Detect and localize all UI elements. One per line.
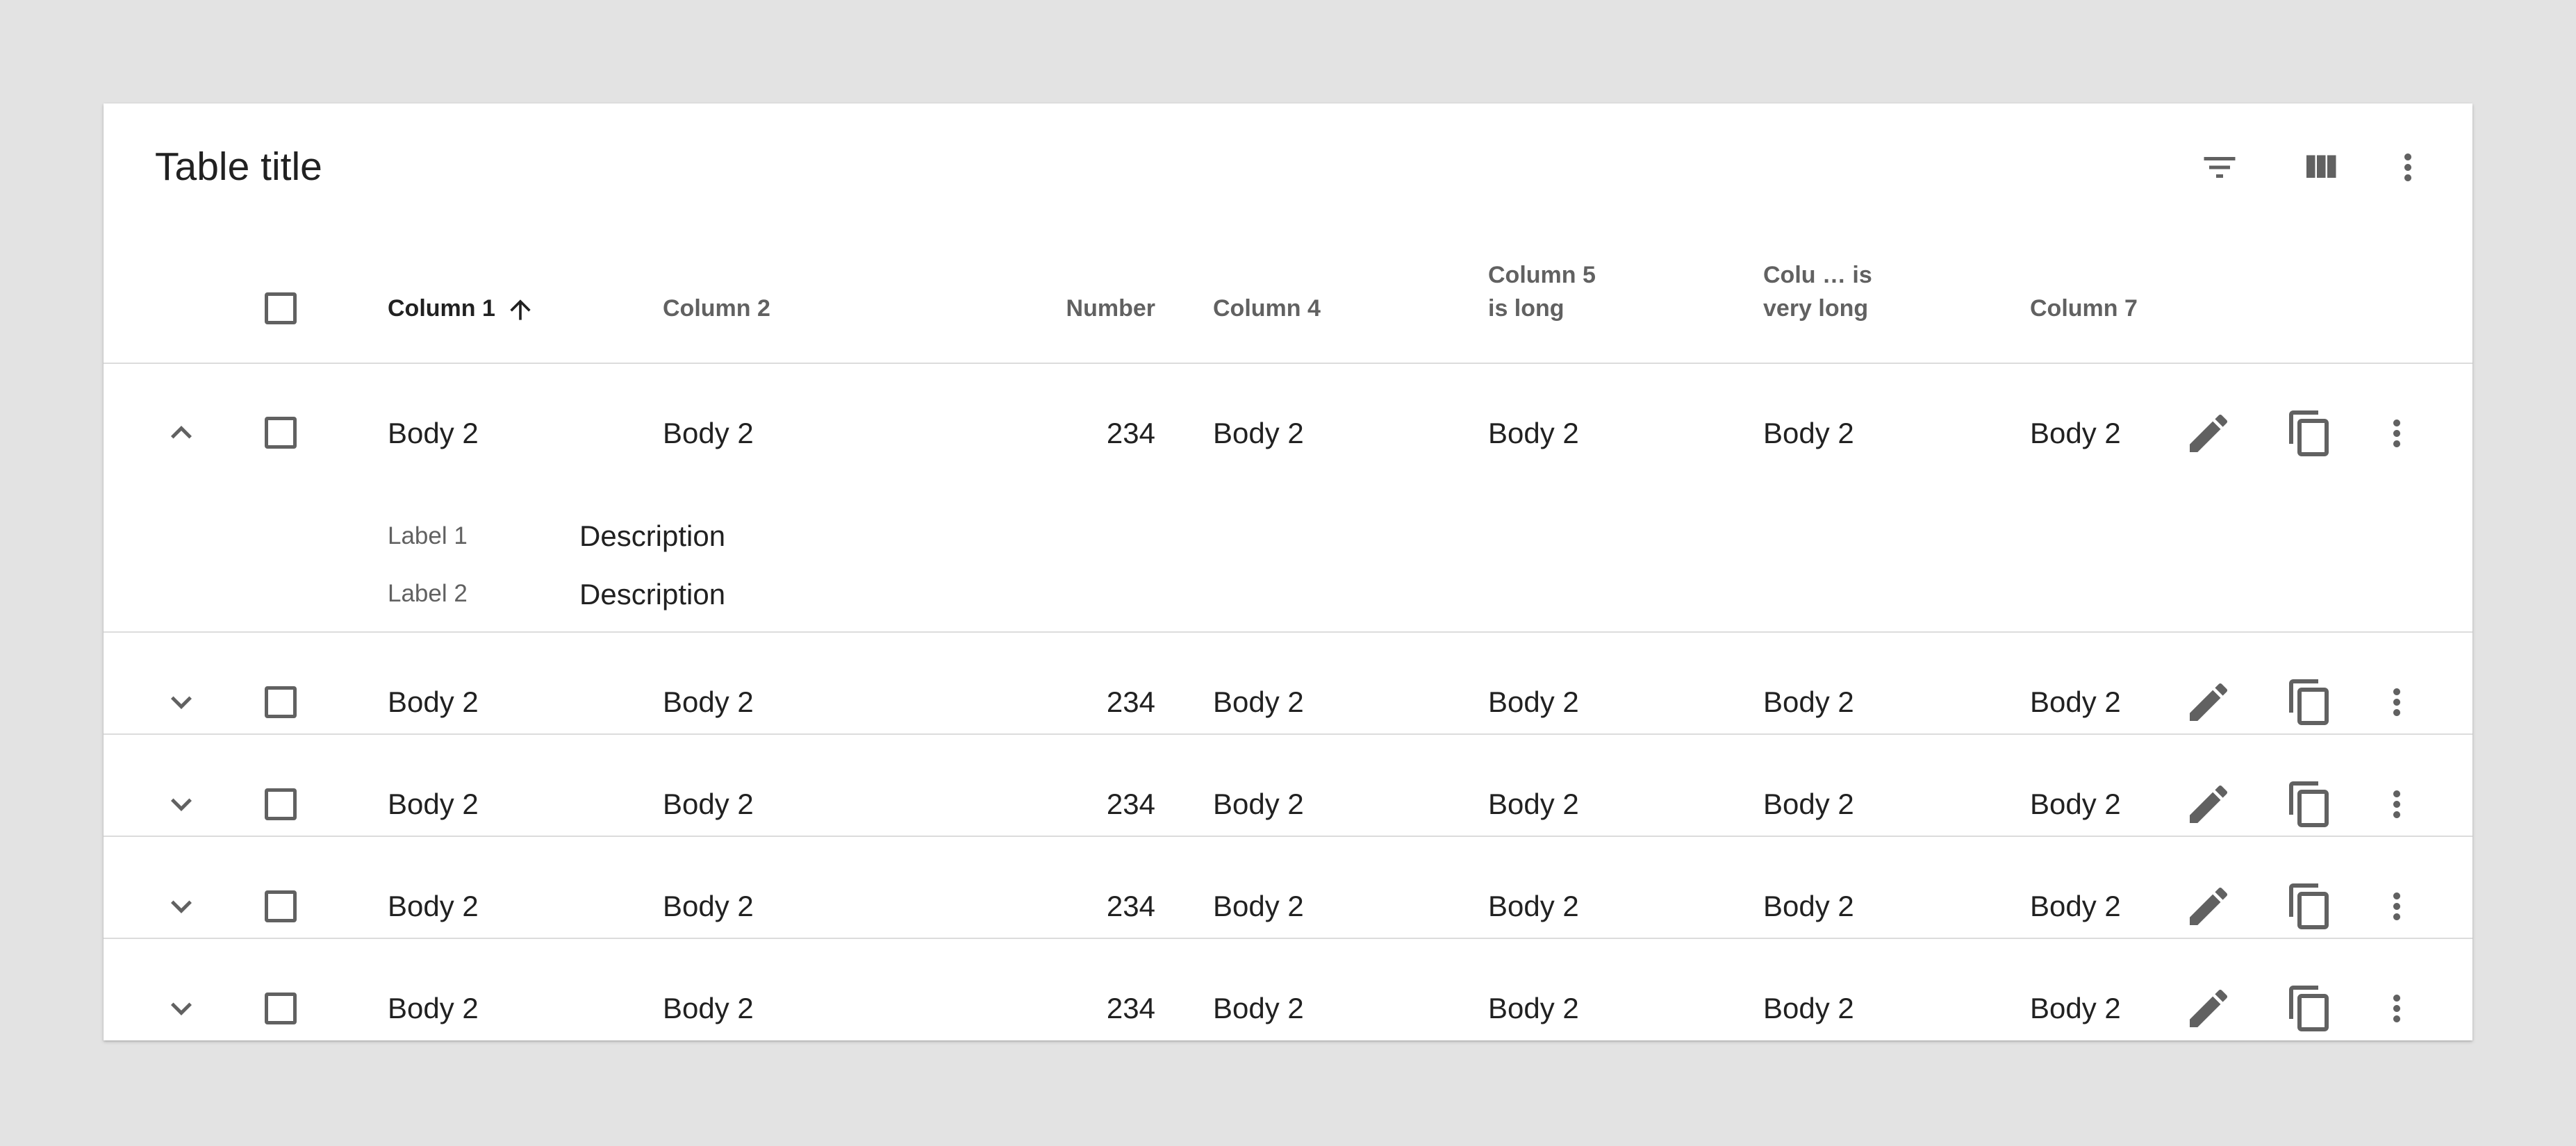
row-checkbox[interactable] [265, 417, 297, 449]
arrow-upward-icon[interactable] [505, 294, 536, 325]
detail-label: Label 1 [388, 522, 468, 549]
cell-column-6: Body 2 [1763, 788, 1854, 820]
cell-number: 234 [1106, 417, 1155, 449]
cell-column-6: Body 2 [1763, 686, 1854, 718]
cell-column-4: Body 2 [1213, 992, 1304, 1024]
row-checkbox[interactable] [265, 788, 297, 820]
edit-icon[interactable] [2183, 408, 2234, 458]
copy-icon[interactable] [2285, 983, 2335, 1033]
cell-column-7: Body 2 [2030, 890, 2121, 922]
cell-column-1: Body 2 [388, 890, 479, 922]
row-checkbox[interactable] [265, 686, 297, 718]
column-header-5[interactable]: Column 5 is long [1488, 258, 1596, 325]
cell-column-6: Body 2 [1763, 992, 1854, 1024]
view-column-icon[interactable] [2300, 147, 2341, 188]
cell-column-2: Body 2 [663, 417, 754, 449]
cell-column-2: Body 2 [663, 788, 754, 820]
table-title: Table title [155, 144, 322, 189]
table-row: Body 2 Body 2 234 Body 2 Body 2 Body 2 B… [104, 735, 2472, 836]
column-header-1[interactable]: Column 1 [388, 292, 536, 325]
cell-number: 234 [1106, 686, 1155, 718]
filter-icon[interactable] [2199, 147, 2240, 188]
cell-column-6: Body 2 [1763, 890, 1854, 922]
row-checkbox[interactable] [265, 890, 297, 922]
chevron-down-icon[interactable] [160, 783, 202, 825]
copy-icon[interactable] [2285, 677, 2335, 727]
more-vert-icon[interactable] [2372, 779, 2422, 829]
cell-column-4: Body 2 [1213, 890, 1304, 922]
detail-description: Description [579, 520, 726, 552]
chevron-down-icon[interactable] [160, 886, 202, 927]
cell-column-1: Body 2 [388, 417, 479, 449]
cell-column-5: Body 2 [1488, 417, 1579, 449]
edit-icon[interactable] [2183, 983, 2234, 1033]
table-row: Body 2 Body 2 234 Body 2 Body 2 Body 2 B… [104, 633, 2472, 734]
cell-column-6: Body 2 [1763, 417, 1854, 449]
cell-column-2: Body 2 [663, 992, 754, 1024]
edit-icon[interactable] [2183, 677, 2234, 727]
cell-column-5: Body 2 [1488, 890, 1579, 922]
cell-column-5: Body 2 [1488, 992, 1579, 1024]
cell-column-4: Body 2 [1213, 788, 1304, 820]
more-vert-icon[interactable] [2372, 408, 2422, 458]
copy-icon[interactable] [2285, 779, 2335, 829]
cell-column-4: Body 2 [1213, 417, 1304, 449]
cell-column-2: Body 2 [663, 890, 754, 922]
edit-icon[interactable] [2183, 779, 2234, 829]
copy-icon[interactable] [2285, 408, 2335, 458]
cell-number: 234 [1106, 992, 1155, 1024]
table-row: Body 2 Body 2 234 Body 2 Body 2 Body 2 B… [104, 837, 2472, 938]
cell-column-1: Body 2 [388, 788, 479, 820]
cell-column-5: Body 2 [1488, 788, 1579, 820]
chevron-down-icon[interactable] [160, 681, 202, 723]
detail-label: Label 2 [388, 580, 468, 607]
cell-column-1: Body 2 [388, 992, 479, 1024]
select-all-checkbox[interactable] [265, 292, 297, 324]
row-checkbox[interactable] [265, 993, 297, 1024]
cell-column-5: Body 2 [1488, 686, 1579, 718]
more-vert-icon[interactable] [2372, 881, 2422, 931]
copy-icon[interactable] [2285, 881, 2335, 931]
cell-column-4: Body 2 [1213, 686, 1304, 718]
column-header-2[interactable]: Column 2 [663, 292, 770, 325]
table-row: Body 2 Body 2 234 Body 2 Body 2 Body 2 B… [104, 939, 2472, 1040]
more-vert-icon[interactable] [2387, 147, 2429, 188]
cell-number: 234 [1106, 890, 1155, 922]
cell-column-2: Body 2 [663, 686, 754, 718]
cell-number: 234 [1106, 788, 1155, 820]
cell-column-7: Body 2 [2030, 788, 2121, 820]
detail-description: Description [579, 578, 726, 611]
more-vert-icon[interactable] [2372, 677, 2422, 727]
cell-column-1: Body 2 [388, 686, 479, 718]
column-header-7[interactable]: Column 7 [2030, 292, 2138, 325]
cell-column-7: Body 2 [2030, 992, 2121, 1024]
chevron-down-icon[interactable] [160, 988, 202, 1029]
more-vert-icon[interactable] [2372, 983, 2422, 1033]
chevron-up-icon[interactable] [160, 412, 202, 454]
data-table-card: Table title Column 1 Column 2 Number Col… [104, 103, 2472, 1040]
cell-column-7: Body 2 [2030, 686, 2121, 718]
column-header-6[interactable]: Colu … is very long [1763, 258, 1872, 325]
column-header-number[interactable]: Number [947, 292, 1155, 325]
edit-icon[interactable] [2183, 881, 2234, 931]
column-header-4[interactable]: Column 4 [1213, 292, 1321, 325]
cell-column-7: Body 2 [2030, 417, 2121, 449]
